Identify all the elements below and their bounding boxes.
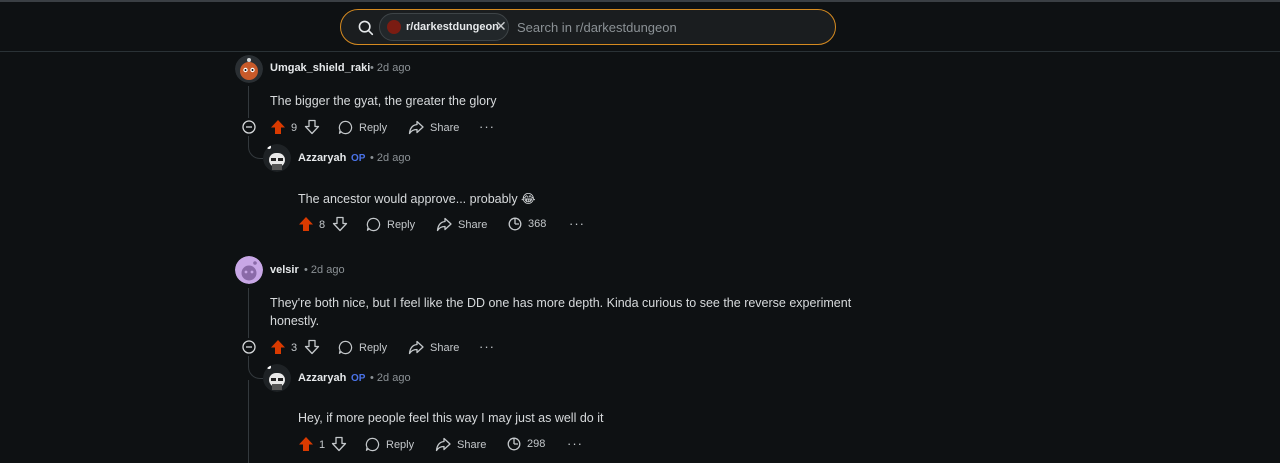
share-button[interactable]: Share: [408, 120, 459, 135]
reply-button[interactable]: Reply: [365, 437, 414, 452]
more-options-button[interactable]: ···: [479, 339, 495, 354]
comment-bubble-icon: [338, 340, 353, 355]
views-icon: [508, 217, 522, 231]
comment-author[interactable]: velsir: [270, 264, 299, 276]
collapse-icon[interactable]: [242, 340, 256, 354]
collapse-icon[interactable]: [242, 120, 256, 134]
share-button[interactable]: Share: [436, 217, 487, 232]
op-badge: OP: [351, 373, 366, 384]
upvote-icon[interactable]: [270, 339, 286, 355]
comment-timestamp: 2d ago: [376, 372, 411, 384]
comment-bubble-icon: [338, 120, 353, 135]
views-count: 298: [527, 438, 546, 450]
share-icon: [408, 340, 424, 355]
reply-button[interactable]: Reply: [338, 120, 387, 135]
comment-author[interactable]: Umgak_shield_raki: [270, 62, 370, 74]
comment-time: • 2d ago: [370, 152, 411, 164]
header-bar: r/darkestdungeon ✕ Search in r/darkestdu…: [0, 2, 1280, 52]
thread-line: [248, 86, 249, 118]
comment-author[interactable]: Azzaryah: [298, 152, 346, 164]
close-icon[interactable]: ✕: [495, 18, 507, 35]
user-avatar[interactable]: [263, 144, 291, 172]
share-label: Share: [430, 341, 460, 354]
share-button[interactable]: Share: [435, 437, 486, 452]
reply-button[interactable]: Reply: [366, 217, 415, 232]
views-count: 368: [528, 218, 547, 230]
subreddit-chip-label: r/darkestdungeon: [406, 21, 499, 33]
comment-time: • 2d ago: [370, 62, 411, 74]
subreddit-filter-chip[interactable]: r/darkestdungeon ✕: [379, 13, 509, 41]
comment-time: • 2d ago: [370, 372, 411, 384]
comment-bubble-icon: [365, 437, 380, 452]
share-label: Share: [457, 438, 487, 451]
thread-connector: [248, 136, 263, 159]
reply-label: Reply: [359, 121, 388, 134]
more-options-button[interactable]: ···: [479, 119, 495, 134]
user-avatar[interactable]: [263, 364, 291, 392]
comment-body: Hey, if more people feel this way I may …: [298, 411, 604, 425]
share-label: Share: [458, 218, 488, 231]
op-badge: OP: [351, 153, 366, 164]
upvote-icon[interactable]: [298, 216, 314, 232]
user-avatar[interactable]: [235, 256, 263, 284]
comment-timestamp: 2d ago: [376, 152, 411, 164]
more-options-button[interactable]: ···: [567, 436, 583, 451]
vote-count: 8: [319, 219, 326, 231]
comment-timestamp: 2d ago: [376, 62, 411, 74]
reply-label: Reply: [387, 218, 416, 231]
vote-count: 3: [291, 342, 298, 354]
user-avatar[interactable]: [235, 55, 263, 83]
comment-body: They're both nice, but I feel like the D…: [270, 296, 852, 328]
downvote-icon[interactable]: [332, 216, 348, 232]
search-bar[interactable]: r/darkestdungeon ✕ Search in r/darkestdu…: [340, 9, 836, 45]
share-icon: [436, 217, 452, 232]
comment-timestamp: 2d ago: [310, 264, 345, 276]
vote-count: 9: [291, 122, 298, 134]
reply-label: Reply: [386, 438, 415, 451]
downvote-icon[interactable]: [331, 436, 347, 452]
share-button[interactable]: Share: [408, 340, 459, 355]
share-icon: [435, 437, 451, 452]
views-button[interactable]: 368: [508, 217, 546, 231]
comment-bubble-icon: [366, 217, 381, 232]
comment-time: • 2d ago: [304, 264, 345, 276]
vote-count: 1: [319, 439, 326, 451]
search-icon: [358, 20, 374, 36]
downvote-icon[interactable]: [304, 119, 320, 135]
views-button[interactable]: 298: [507, 437, 545, 451]
share-icon: [408, 120, 424, 135]
comment-body: The bigger the gyat, the greater the glo…: [270, 94, 497, 108]
search-placeholder[interactable]: Search in r/darkestdungeon: [517, 20, 677, 35]
thread-connector: [248, 356, 263, 379]
thread-line: [248, 288, 249, 338]
comment-body: The ancestor would approve... probably 😂: [298, 192, 536, 206]
thread-line: [248, 380, 249, 463]
more-options-button[interactable]: ···: [569, 216, 585, 231]
reply-button[interactable]: Reply: [338, 340, 387, 355]
comment-author[interactable]: Azzaryah: [298, 372, 346, 384]
subreddit-avatar: [387, 20, 401, 34]
downvote-icon[interactable]: [304, 339, 320, 355]
upvote-icon[interactable]: [298, 436, 314, 452]
share-label: Share: [430, 121, 460, 134]
views-icon: [507, 437, 521, 451]
upvote-icon[interactable]: [270, 119, 286, 135]
reply-label: Reply: [359, 341, 388, 354]
